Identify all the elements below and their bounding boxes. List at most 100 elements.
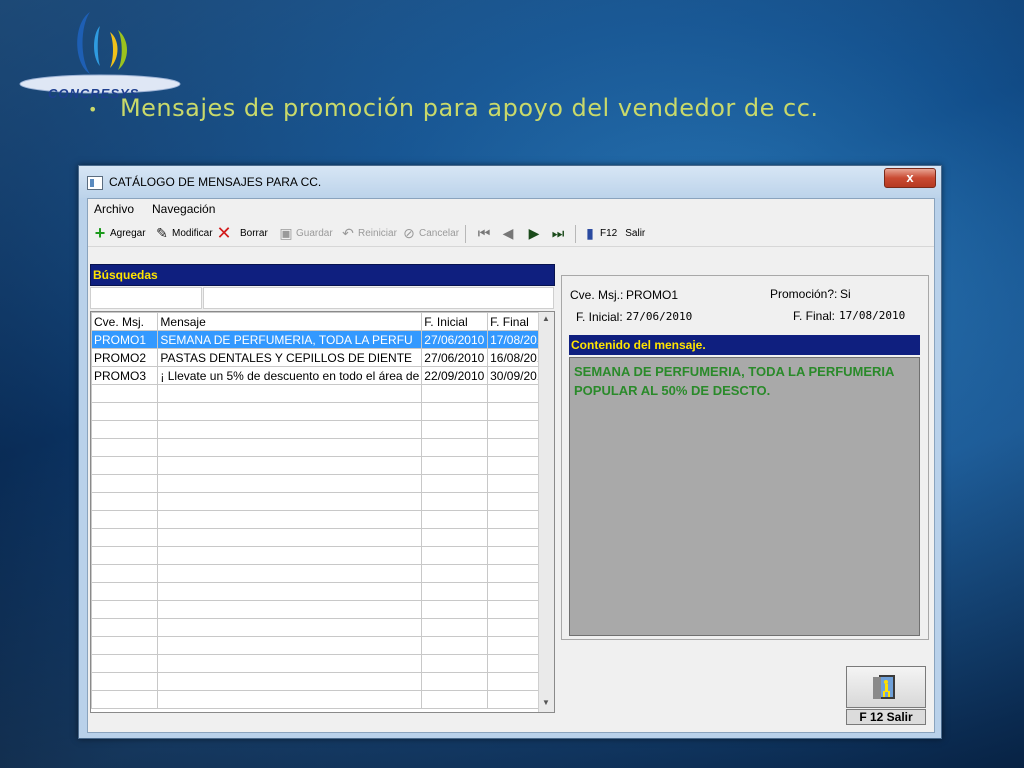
col-header-mensaje[interactable]: Mensaje bbox=[157, 312, 423, 331]
empty-row[interactable] bbox=[91, 546, 554, 565]
reiniciar-button[interactable]: ↶ Reiniciar bbox=[340, 224, 397, 242]
first-icon: ⏮ bbox=[477, 225, 491, 241]
prev-record-button[interactable]: ◀ bbox=[500, 224, 518, 242]
menu-navegacion[interactable]: Navegación bbox=[152, 202, 215, 216]
exit-label: F 12 Salir bbox=[846, 709, 926, 725]
empty-row[interactable] bbox=[91, 672, 554, 691]
exit-button[interactable] bbox=[846, 666, 926, 708]
agregar-button[interactable]: + Agregar bbox=[92, 224, 146, 242]
empty-row[interactable] bbox=[91, 438, 554, 457]
col-header-cve[interactable]: Cve. Msj. bbox=[91, 312, 159, 331]
table-cell bbox=[421, 690, 489, 709]
table-cell bbox=[91, 690, 159, 709]
app-icon bbox=[87, 176, 103, 190]
empty-row[interactable] bbox=[91, 600, 554, 619]
reiniciar-label: Reiniciar bbox=[358, 227, 397, 239]
table-cell bbox=[91, 492, 159, 511]
window-titlebar[interactable]: CATÁLOGO DE MENSAJES PARA CC. x bbox=[79, 166, 941, 198]
grid-scrollbar[interactable]: ▲ ▼ bbox=[538, 312, 554, 712]
table-cell bbox=[91, 438, 159, 457]
menu-archivo[interactable]: Archivo bbox=[94, 202, 134, 216]
next-record-button[interactable]: ▶ bbox=[526, 224, 544, 242]
empty-row[interactable] bbox=[91, 492, 554, 511]
table-cell bbox=[157, 456, 423, 475]
table-cell bbox=[421, 384, 489, 403]
empty-row[interactable] bbox=[91, 420, 554, 439]
toolbar-separator-2 bbox=[575, 225, 576, 243]
table-cell: ¡ Llevate un 5% de descuento en todo el … bbox=[157, 366, 423, 385]
borrar-label: Borrar bbox=[240, 227, 268, 239]
col-header-finicial[interactable]: F. Inicial bbox=[421, 312, 489, 331]
delete-x-icon: ✕ bbox=[216, 223, 232, 243]
table-cell bbox=[421, 510, 489, 529]
table-cell bbox=[91, 564, 159, 583]
table-cell bbox=[157, 618, 423, 637]
modificar-button[interactable]: ✎ Modificar bbox=[154, 224, 213, 242]
empty-row[interactable] bbox=[91, 690, 554, 709]
window-client: Archivo Navegación + Agregar ✎ Modificar… bbox=[87, 198, 935, 733]
empty-row[interactable] bbox=[91, 618, 554, 637]
content-header: Contenido del mensaje. bbox=[569, 335, 920, 355]
f12-salir-button[interactable]: ▮ F12 Salir bbox=[582, 224, 645, 242]
table-cell bbox=[91, 456, 159, 475]
table-cell: SEMANA DE PERFUMERIA, TODA LA PERFU bbox=[157, 330, 423, 349]
table-row[interactable]: PROMO3 ¡ Llevate un 5% de descuento en to… bbox=[91, 366, 554, 385]
cancelar-label: Cancelar bbox=[419, 227, 460, 239]
table-cell bbox=[157, 492, 423, 511]
slide-title: • Mensajes de promoción para apoyo del ve… bbox=[88, 94, 819, 122]
table-cell: 22/09/2010 bbox=[421, 366, 489, 385]
agregar-label: Agregar bbox=[110, 227, 146, 239]
table-cell bbox=[421, 456, 489, 475]
empty-row[interactable] bbox=[91, 564, 554, 583]
table-cell: 27/06/2010 bbox=[421, 348, 489, 367]
empty-row[interactable] bbox=[91, 510, 554, 529]
table-cell bbox=[421, 618, 489, 637]
empty-row[interactable] bbox=[91, 636, 554, 655]
table-cell bbox=[421, 420, 489, 439]
table-row[interactable]: PROMO1 SEMANA DE PERFUMERIA, TODA LA PERF… bbox=[91, 330, 554, 349]
empty-row[interactable] bbox=[91, 474, 554, 493]
detail-panel: Cve. Msj.: PROMO1 Promoción?: Si F. Inic… bbox=[561, 275, 929, 640]
empty-row[interactable] bbox=[91, 384, 554, 403]
delete-x-button[interactable]: ✕ bbox=[216, 224, 234, 242]
empty-row[interactable] bbox=[91, 456, 554, 475]
scroll-down-icon[interactable]: ▼ bbox=[542, 698, 550, 707]
table-cell bbox=[421, 654, 489, 673]
table-cell bbox=[91, 600, 159, 619]
last-record-button[interactable]: ⏭ bbox=[550, 224, 568, 242]
exit-door-icon: ▮ bbox=[586, 225, 594, 241]
toolbar-separator bbox=[465, 225, 466, 243]
modificar-label: Modificar bbox=[172, 227, 213, 239]
empty-row[interactable] bbox=[91, 582, 554, 601]
table-cell bbox=[157, 420, 423, 439]
scroll-up-icon[interactable]: ▲ bbox=[542, 314, 550, 323]
ffinal-value: 17/08/2010 bbox=[839, 309, 906, 322]
table-cell bbox=[91, 672, 159, 691]
guardar-button[interactable]: ▣ Guardar bbox=[278, 224, 332, 242]
empty-row[interactable] bbox=[91, 528, 554, 547]
save-icon: ▣ bbox=[279, 225, 293, 241]
empty-row[interactable] bbox=[91, 654, 554, 673]
cancelar-button[interactable]: ⊘ Cancelar bbox=[401, 224, 459, 242]
table-cell bbox=[421, 528, 489, 547]
empty-row[interactable] bbox=[91, 402, 554, 421]
table-cell bbox=[157, 654, 423, 673]
table-cell bbox=[421, 600, 489, 619]
borrar-button[interactable]: Borrar bbox=[240, 224, 268, 242]
message-content-box[interactable]: SEMANA DE PERFUMERIA, TODA LA PERFUMERIA… bbox=[569, 357, 920, 636]
search-input-code[interactable] bbox=[90, 287, 202, 309]
table-cell bbox=[157, 402, 423, 421]
table-row[interactable]: PROMO2 PASTAS DENTALES Y CEPILLOS DE DIEN… bbox=[91, 348, 554, 367]
table-cell bbox=[421, 582, 489, 601]
search-input-message[interactable] bbox=[203, 287, 554, 309]
arrow-left-icon: ◀ bbox=[502, 225, 514, 241]
search-header: Búsquedas bbox=[90, 264, 555, 286]
table-cell bbox=[157, 438, 423, 457]
ffinal-label: F. Final: bbox=[793, 309, 836, 323]
table-cell: PROMO1 bbox=[91, 330, 159, 349]
table-cell bbox=[157, 636, 423, 655]
first-record-button[interactable]: ⏮ bbox=[476, 224, 494, 242]
table-cell bbox=[421, 672, 489, 691]
close-button[interactable]: x bbox=[884, 168, 936, 188]
finicial-value: 27/06/2010 bbox=[626, 310, 693, 323]
